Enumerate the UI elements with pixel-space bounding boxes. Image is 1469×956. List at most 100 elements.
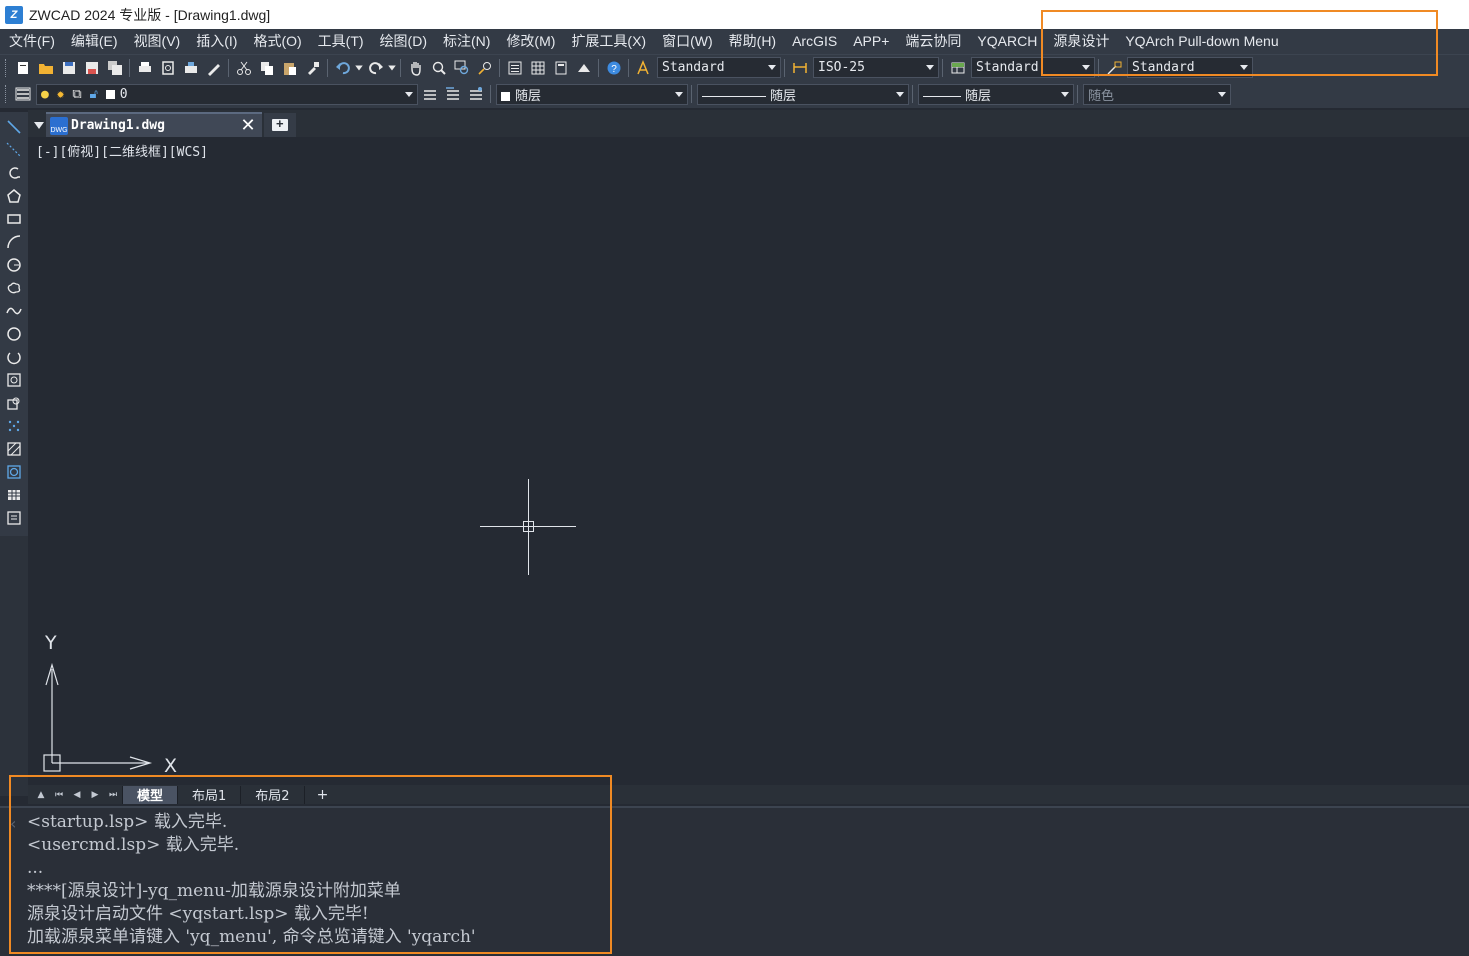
cursor-crosshair	[480, 479, 576, 575]
tool-palette-icon[interactable]	[549, 57, 572, 79]
layer-unlock-icon[interactable]: 🔓︎	[89, 87, 97, 102]
redo-icon[interactable]	[364, 57, 387, 79]
ellipse-icon[interactable]	[3, 323, 25, 345]
pan-hand-icon[interactable]	[404, 57, 427, 79]
multiline-text-icon[interactable]	[3, 507, 25, 529]
circle-center-icon[interactable]	[3, 254, 25, 276]
point-icon[interactable]	[3, 415, 25, 437]
svg-text:?: ?	[611, 64, 617, 75]
menu-cloud-collab[interactable]: 端云协同	[897, 29, 969, 54]
layer-previous-icon[interactable]	[441, 83, 464, 105]
print-icon[interactable]	[133, 57, 156, 79]
construction-line-icon[interactable]	[3, 139, 25, 161]
toolbar-grip[interactable]	[5, 58, 8, 77]
tab-list-dropdown-icon[interactable]	[32, 113, 46, 137]
menu-modify[interactable]: 修改(M)	[498, 29, 563, 54]
layer-on-bulb-icon[interactable]: ●	[41, 87, 49, 102]
rectangle-icon[interactable]	[3, 208, 25, 230]
polygon-icon[interactable]	[3, 185, 25, 207]
layer-name: 0	[119, 86, 128, 102]
menu-edit[interactable]: 编辑(E)	[63, 29, 126, 54]
color-select[interactable]: 随层	[496, 83, 688, 105]
menu-draw[interactable]: 绘图(D)	[372, 29, 435, 54]
redo-dropdown-icon[interactable]	[387, 57, 397, 79]
menu-view[interactable]: 视图(V)	[126, 29, 189, 54]
save-as-icon[interactable]	[80, 57, 103, 79]
menu-app-plus[interactable]: APP+	[845, 29, 897, 54]
menu-insert[interactable]: 插入(I)	[188, 29, 245, 54]
properties-icon[interactable]	[503, 57, 526, 79]
close-tab-icon[interactable]: ✕	[238, 115, 258, 136]
table-icon[interactable]	[3, 484, 25, 506]
menu-dimension[interactable]: 标注(N)	[435, 29, 498, 54]
new-tab-icon	[272, 116, 288, 131]
layers-properties-toolbar: ● ✹ ⧉ 🔓︎ 0 随层 随层 随层 随色	[0, 80, 1469, 108]
make-current-layer-icon[interactable]	[418, 83, 441, 105]
copy-icon[interactable]	[255, 57, 278, 79]
layer-select[interactable]: ● ✹ ⧉ 🔓︎ 0	[36, 83, 418, 105]
make-block-icon[interactable]	[3, 392, 25, 414]
tab-drawing1[interactable]: DWG Drawing1.dwg ✕	[46, 112, 262, 137]
plot-icon[interactable]	[179, 57, 202, 79]
match-properties-icon[interactable]	[301, 57, 324, 79]
line-icon[interactable]	[3, 116, 25, 138]
drawing-canvas[interactable]: [-][俯视][二维线框][WCS] Y X	[28, 137, 1469, 785]
polyline-icon[interactable]	[3, 162, 25, 184]
menu-ext-tools[interactable]: 扩展工具(X)	[563, 29, 654, 54]
help-icon[interactable]: ?	[602, 57, 625, 79]
menu-format[interactable]: 格式(O)	[245, 29, 309, 54]
cut-icon[interactable]	[232, 57, 255, 79]
layer-state-icon[interactable]	[464, 83, 487, 105]
text-style-select[interactable]: Standard	[657, 57, 781, 78]
dim-style-select[interactable]: ISO-25	[813, 57, 939, 78]
save-icon[interactable]	[57, 57, 80, 79]
insert-block-icon[interactable]	[3, 369, 25, 391]
layer-viewport-icon[interactable]: ⧉	[72, 87, 81, 102]
spline-icon[interactable]	[3, 300, 25, 322]
zoom-window-icon[interactable]	[450, 57, 473, 79]
undo-dropdown-icon[interactable]	[354, 57, 364, 79]
menu-file[interactable]: 文件(F)	[1, 29, 63, 54]
menu-window[interactable]: 窗口(W)	[654, 29, 721, 54]
print-preview-icon[interactable]	[156, 57, 179, 79]
lineweight-select[interactable]: 随层	[918, 83, 1074, 105]
plot-style-select[interactable]: 随色	[1083, 83, 1231, 105]
viewport-controls[interactable]: [-][俯视][二维线框][WCS]	[36, 141, 208, 160]
ucs-x-label: X	[164, 755, 177, 777]
ellipse-arc-icon[interactable]	[3, 346, 25, 368]
layer-manager-icon[interactable]	[11, 83, 34, 105]
zoom-realtime-icon[interactable]	[427, 57, 450, 79]
table-style-icon[interactable]	[946, 57, 969, 79]
revision-cloud-icon[interactable]	[3, 277, 25, 299]
menu-help[interactable]: 帮助(H)	[721, 29, 784, 54]
ucs-icon: Y X	[43, 632, 177, 777]
layer-thaw-sun-icon[interactable]: ✹	[57, 87, 65, 102]
document-tab-label: Drawing1.dwg	[71, 118, 165, 133]
zwcad-logo-icon: Z	[5, 5, 23, 24]
highlight-box-command	[9, 775, 612, 954]
left-panel-strip	[0, 536, 28, 796]
arc-icon[interactable]	[3, 231, 25, 253]
new-file-icon[interactable]	[11, 57, 34, 79]
undo-icon[interactable]	[331, 57, 354, 79]
linetype-select[interactable]: 随层	[697, 83, 909, 105]
document-tab-bar: DWG Drawing1.dwg ✕	[28, 110, 1469, 137]
toolbar-grip[interactable]	[5, 85, 8, 103]
publish-icon[interactable]	[202, 57, 225, 79]
menu-arcgis[interactable]: ArcGIS	[784, 29, 845, 54]
markup-icon[interactable]	[572, 57, 595, 79]
dwg-file-icon: DWG	[50, 116, 68, 135]
save-all-icon[interactable]	[103, 57, 126, 79]
design-center-icon[interactable]	[526, 57, 549, 79]
region-icon[interactable]	[3, 461, 25, 483]
menu-yqarch[interactable]: YQARCH	[969, 29, 1045, 54]
menu-tools[interactable]: 工具(T)	[310, 29, 372, 54]
hatch-icon[interactable]	[3, 438, 25, 460]
new-drawing-tab-button[interactable]	[264, 113, 296, 137]
dim-style-icon[interactable]	[788, 57, 811, 79]
open-folder-icon[interactable]	[34, 57, 57, 79]
text-style-icon[interactable]	[632, 57, 655, 79]
paste-icon[interactable]	[278, 57, 301, 79]
zoom-previous-icon[interactable]	[473, 57, 496, 79]
highlight-box-menus	[1041, 10, 1438, 76]
